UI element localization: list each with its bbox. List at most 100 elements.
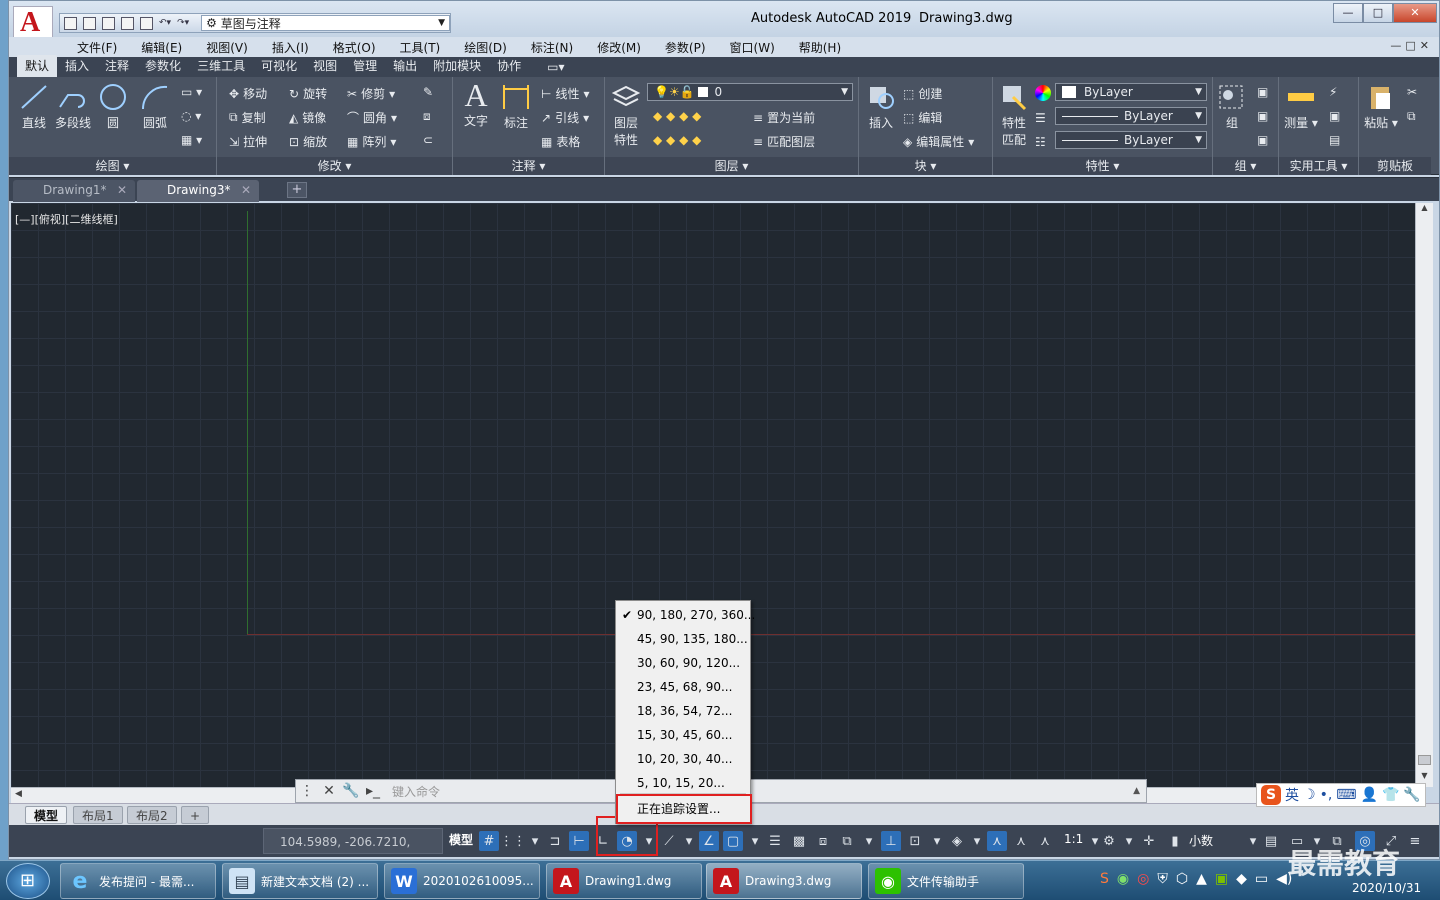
lineweight-dropdown[interactable]: ByLayer ▼ bbox=[1055, 131, 1207, 149]
menu-draw[interactable]: 绘图(D) bbox=[452, 39, 519, 56]
scale-button[interactable]: ⊡ 缩放 bbox=[289, 133, 327, 150]
polar-option-10[interactable]: 10, 20, 30, 40... bbox=[616, 747, 750, 771]
infer-constraints-icon[interactable]: ⊐ bbox=[545, 831, 565, 851]
polar-option-23[interactable]: 23, 45, 68, 90... bbox=[616, 675, 750, 699]
chevron-down-icon[interactable]: ▾ bbox=[967, 831, 987, 851]
taskbar-item-drawing3[interactable]: A Drawing3.dwg bbox=[706, 863, 862, 899]
plot-icon[interactable] bbox=[140, 16, 153, 30]
taskbar-item-word[interactable]: W 2020102610095... bbox=[384, 863, 540, 899]
tab-output[interactable]: 输出 bbox=[385, 55, 425, 77]
viewport-controls-label[interactable]: [—][俯视][二维线框] bbox=[15, 211, 118, 227]
tab-parametric[interactable]: 参数化 bbox=[137, 55, 189, 77]
sogou-tray-icon[interactable]: S bbox=[1100, 871, 1109, 887]
scroll-left-icon[interactable]: ◀ bbox=[15, 789, 22, 799]
hatch-icon[interactable]: ◌ ▾ bbox=[181, 109, 201, 123]
close-icon[interactable]: ✕ bbox=[318, 780, 340, 802]
insert-block-button[interactable]: 插入 bbox=[863, 83, 899, 131]
taskbar-item-drawing1[interactable]: A Drawing1.dwg bbox=[546, 863, 702, 899]
mirror-button[interactable]: ◭ 镜像 bbox=[289, 109, 326, 126]
draw-panel-title[interactable]: 绘图 ▾ bbox=[9, 157, 216, 175]
command-prompt-icon[interactable]: ▸_ bbox=[362, 780, 384, 802]
chevron-down-icon[interactable]: ▾ bbox=[1119, 831, 1139, 851]
save-as-icon[interactable] bbox=[121, 16, 134, 30]
grip-icon[interactable]: ⋮ bbox=[296, 780, 318, 802]
model-space-button[interactable]: 模型 bbox=[449, 831, 473, 848]
tab-insert[interactable]: 插入 bbox=[57, 55, 97, 77]
units-value[interactable]: 小数 bbox=[1189, 832, 1213, 849]
polyline-button[interactable]: 多段线 bbox=[53, 83, 93, 131]
polar-option-90[interactable]: ✔ 90, 180, 270, 360... bbox=[616, 603, 755, 627]
match-layer-button[interactable]: ≡ 匹配图层 bbox=[753, 133, 815, 150]
scroll-thumb[interactable] bbox=[1418, 755, 1431, 765]
move-button[interactable]: ✥ 移动 bbox=[229, 85, 267, 102]
circle-button[interactable]: 圆 bbox=[95, 83, 131, 131]
group-button[interactable]: 组 bbox=[1215, 83, 1249, 131]
menu-modify[interactable]: 修改(M) bbox=[585, 39, 653, 56]
ime-toolbar[interactable]: S 英 ☽ •, ⌨ 👤 👕 🔧 bbox=[1256, 783, 1426, 807]
cube-icon[interactable]: ⬡ bbox=[1176, 871, 1188, 887]
group-edit-icon[interactable]: ▣ bbox=[1257, 109, 1268, 123]
chevron-down-icon[interactable]: ▾ bbox=[745, 831, 765, 851]
ribbon-toggle-icon[interactable]: ▭▾ bbox=[539, 58, 572, 77]
tab-collaborate[interactable]: 协作 bbox=[489, 55, 529, 77]
vertical-scrollbar[interactable]: ▲ ▼ bbox=[1415, 203, 1433, 787]
edit-attributes-button[interactable]: ◈ 编辑属性 ▾ bbox=[903, 133, 974, 150]
set-current-layer-button[interactable]: ≡ 置为当前 bbox=[753, 109, 815, 126]
document-window-controls[interactable]: —□✕ bbox=[1390, 39, 1433, 52]
dynamic-input-icon[interactable]: ⊢ bbox=[569, 831, 589, 851]
dimension-button[interactable]: 标注 bbox=[499, 83, 533, 131]
weibo-tray-icon[interactable]: ◎ bbox=[1137, 871, 1149, 887]
calculator-icon[interactable]: ▤ bbox=[1329, 133, 1340, 147]
text-button[interactable]: A 文字 bbox=[459, 79, 493, 129]
chevron-down-icon[interactable]: ▾ bbox=[1243, 831, 1263, 851]
polar-option-45[interactable]: 45, 90, 135, 180... bbox=[616, 627, 750, 651]
menu-tools[interactable]: 工具(T) bbox=[388, 39, 453, 56]
close-icon[interactable]: ✕ bbox=[117, 183, 127, 197]
menu-help[interactable]: 帮助(H) bbox=[787, 39, 853, 56]
auto-scale-icon[interactable]: ⋏ bbox=[1011, 831, 1031, 851]
offset-icon[interactable]: ⊂ bbox=[423, 133, 433, 147]
wechat-tray-icon[interactable]: ◉ bbox=[1117, 871, 1129, 887]
array-button[interactable]: ▦ 阵列 ▾ bbox=[347, 133, 396, 150]
layer-properties-button[interactable]: 图层 特性 bbox=[609, 83, 643, 148]
trim-button[interactable]: ✂ 修剪 ▾ bbox=[347, 85, 395, 102]
color-dropdown[interactable]: ByLayer ▼ bbox=[1055, 83, 1207, 101]
object-snap-tracking-icon[interactable]: ∠ bbox=[699, 831, 719, 851]
dynamic-ucs-icon[interactable]: ⊥ bbox=[881, 831, 901, 851]
menu-window[interactable]: 窗口(W) bbox=[718, 39, 787, 56]
start-button[interactable]: ⊞ bbox=[6, 863, 50, 899]
arc-button[interactable]: 圆弧 bbox=[137, 83, 173, 131]
new-file-icon[interactable] bbox=[64, 16, 77, 30]
tab-model[interactable]: 模型 bbox=[25, 806, 68, 824]
coordinates-readout[interactable]: 104.5989, -206.7210, 0.0000 bbox=[263, 828, 443, 875]
measure-button[interactable]: 测量 ▾ bbox=[1283, 83, 1319, 131]
close-button[interactable]: ✕ bbox=[1393, 3, 1437, 23]
ungroup-icon[interactable]: ▣ bbox=[1257, 85, 1268, 99]
copy-clip-icon[interactable]: ⧉ bbox=[1407, 109, 1416, 124]
match-properties-button[interactable]: 特性 匹配 bbox=[997, 83, 1031, 148]
tab-manage[interactable]: 管理 bbox=[345, 55, 385, 77]
tab-view[interactable]: 视图 bbox=[305, 55, 345, 77]
explode-icon[interactable]: ⧈ bbox=[423, 109, 431, 124]
menu-format[interactable]: 格式(O) bbox=[321, 39, 388, 56]
clipboard-panel-title[interactable]: 剪贴板 bbox=[1359, 157, 1431, 175]
polar-option-18[interactable]: 18, 36, 54, 72... bbox=[616, 699, 750, 723]
rectangle-icon[interactable]: ▭ ▾ bbox=[181, 85, 202, 99]
quick-properties-icon[interactable]: ▤ bbox=[1261, 831, 1281, 851]
polar-option-30[interactable]: 30, 60, 90, 120... bbox=[616, 651, 750, 675]
taskbar-item-wechat[interactable]: ◉ 文件传输助手 bbox=[868, 863, 1024, 899]
color-wheel-icon[interactable] bbox=[1035, 85, 1051, 101]
user-icon[interactable]: 👤 bbox=[1361, 787, 1378, 803]
stretch-button[interactable]: ⇲ 拉伸 bbox=[229, 133, 267, 150]
menu-parametric[interactable]: 参数(P) bbox=[653, 39, 718, 56]
table-button[interactable]: ▦ 表格 bbox=[541, 133, 580, 150]
taskbar-item-ie[interactable]: e 发布提问 - 最需... bbox=[60, 863, 216, 899]
grid-icon[interactable]: # bbox=[479, 831, 499, 851]
plus-icon[interactable]: ✛ bbox=[1139, 831, 1159, 851]
save-icon[interactable] bbox=[102, 16, 115, 30]
lineweight-display-icon[interactable]: ☰ bbox=[765, 831, 785, 851]
layer-tools-row1[interactable]: ◆ ◆ ◆ ◆ bbox=[653, 109, 701, 123]
group-select-icon[interactable]: ▣ bbox=[1257, 133, 1268, 147]
tray-misc-icon[interactable]: ◆ bbox=[1236, 871, 1247, 887]
annotation-panel-title[interactable]: 注释 ▾ bbox=[453, 157, 604, 175]
